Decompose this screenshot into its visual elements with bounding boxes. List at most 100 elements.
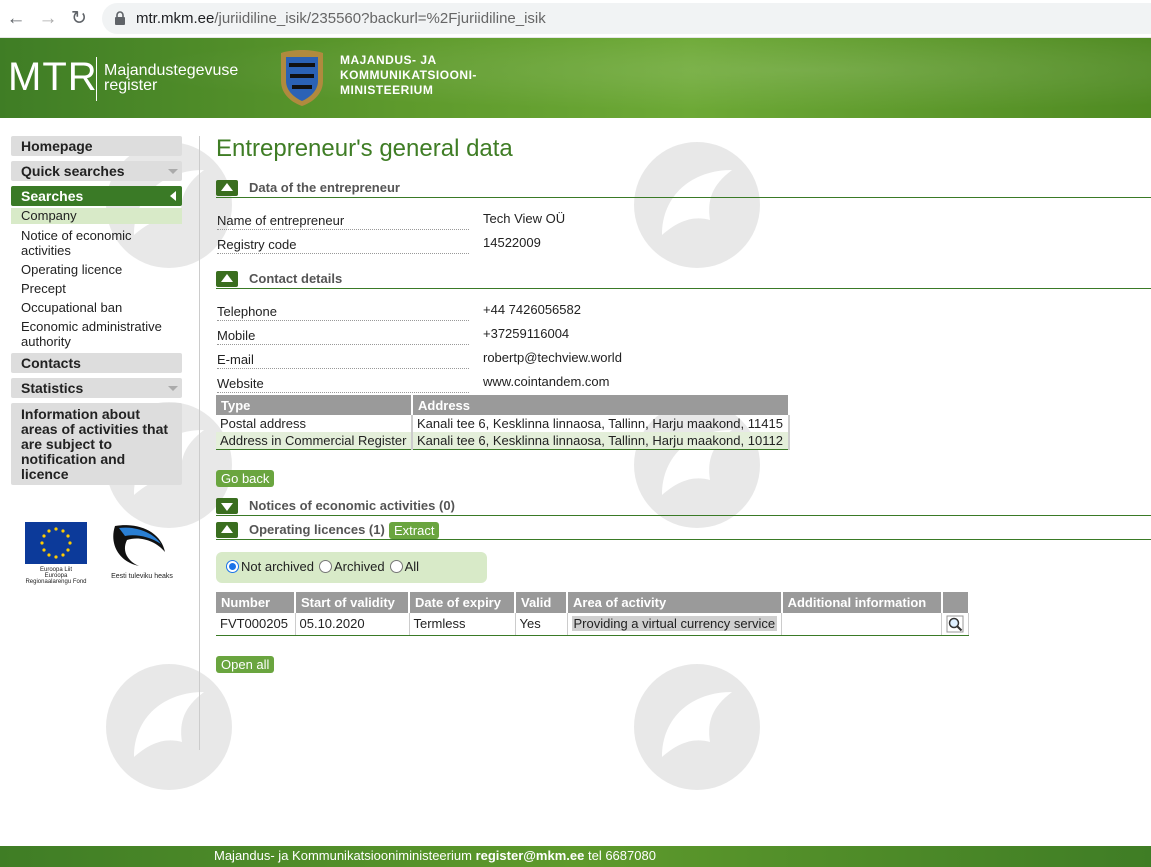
expand-toggle[interactable]	[216, 498, 238, 514]
table-cell: 05.10.2020	[295, 613, 410, 636]
radio-not-archived[interactable]	[226, 560, 239, 573]
radio-label[interactable]: Archived	[334, 559, 385, 574]
column-header: Area of activity	[567, 592, 783, 613]
watermark-icon	[634, 664, 760, 790]
collapse-toggle[interactable]	[216, 522, 238, 538]
eu-flag-icon	[25, 522, 87, 564]
estonia-caption: Eesti tuleviku heaks	[111, 573, 173, 580]
column-header-empty	[941, 592, 970, 613]
registry-code-value: 14522009	[483, 235, 541, 250]
table-cell: Kanali tee 6, Kesklinna linnaosa, Tallin…	[412, 432, 790, 450]
mobile-label: Mobile	[217, 328, 469, 345]
table-header-row: Type Address	[216, 395, 790, 415]
licences-table: Number Start of validity Date of expiry …	[216, 592, 970, 636]
magnifier-icon[interactable]	[946, 615, 964, 633]
table-cell: Postal address	[216, 415, 413, 432]
chevron-left-icon	[170, 191, 176, 201]
table-cell	[781, 613, 943, 636]
area-of-activity: Providing a virtual currency service	[571, 616, 778, 632]
table-row: FVT000205 05.10.2020 Termless Yes Provid…	[216, 613, 970, 636]
table-cell: Address in Commercial Register	[216, 432, 413, 450]
column-header: Additional information	[781, 592, 943, 613]
watermark-icon	[634, 142, 760, 268]
radio-all[interactable]	[389, 560, 403, 573]
go-back-button[interactable]: Go back	[216, 470, 275, 487]
menu-homepage[interactable]: Homepage	[11, 136, 182, 156]
sidebar: Homepage Quick searches Searches Company…	[11, 136, 182, 490]
logo-divider	[96, 57, 97, 101]
triangle-up-icon	[221, 525, 233, 533]
sidebar-item-notice[interactable]: Notice of economic activities	[11, 228, 182, 258]
sidebar-item-economic-authority[interactable]: Economic administrative authority	[11, 319, 182, 349]
column-header: Number	[216, 592, 296, 613]
triangle-up-icon	[221, 274, 233, 282]
table-header-row: Number Start of validity Date of expiry …	[216, 592, 970, 613]
telephone-value: +44 7426056582	[483, 302, 581, 317]
menu-statistics[interactable]: Statistics	[11, 378, 182, 398]
column-header: Address	[412, 395, 790, 415]
section-contact: Contact details	[216, 271, 1151, 289]
back-arrow-icon[interactable]: ←	[5, 8, 27, 30]
collapse-toggle[interactable]	[216, 271, 238, 287]
section-notices: Notices of economic activities (0)	[216, 498, 1151, 516]
browser-toolbar: ← → ↻ mtr.mkm.ee/juriidiline_isik/235560…	[0, 0, 1151, 38]
table-row: Postal address Kanali tee 6, Kesklinna l…	[216, 415, 790, 432]
table-row: Address in Commercial Register Kanali te…	[216, 432, 790, 450]
forward-arrow-icon[interactable]: →	[37, 8, 59, 30]
radio-label[interactable]: Not archived	[241, 559, 314, 574]
chevron-down-icon	[168, 386, 178, 391]
section-licences: Operating licences (1) Extract	[216, 522, 1151, 540]
sidebar-item-operating-licence[interactable]: Operating licence	[11, 262, 182, 277]
mobile-value: +37259116004	[483, 326, 570, 341]
site-header: MTR Majandustegevuse register MAJANDUS- …	[0, 38, 1151, 118]
sidebar-item-company[interactable]: Company	[11, 208, 182, 224]
archive-filter: Not archived Archived All	[216, 552, 487, 583]
chevron-down-icon	[168, 169, 178, 174]
url-text: mtr.mkm.ee/juriidiline_isik/235560?backu…	[136, 10, 546, 27]
address-bar[interactable]: mtr.mkm.ee/juriidiline_isik/235560?backu…	[102, 3, 1151, 34]
mtr-logo[interactable]: MTR	[8, 55, 98, 100]
coat-of-arms-icon	[281, 50, 323, 106]
footer: Majandus- ja Kommunikatsiooniministeeriu…	[0, 846, 1151, 867]
table-cell: Kanali tee 6, Kesklinna linnaosa, Tallin…	[412, 415, 790, 432]
open-all-button[interactable]: Open all	[216, 656, 275, 673]
eu-caption: Euroopa Liit Euroopa Regionaalarengu Fon…	[25, 567, 87, 585]
logo-subtitle: Majandustegevuse register	[104, 62, 239, 94]
extract-button[interactable]: Extract	[389, 522, 440, 539]
radio-archived[interactable]	[318, 560, 332, 573]
sidebar-item-precept[interactable]: Precept	[11, 281, 182, 296]
collapse-toggle[interactable]	[216, 180, 238, 196]
table-cell: Providing a virtual currency service	[567, 613, 783, 636]
sidebar-item-occupational-ban[interactable]: Occupational ban	[11, 300, 182, 315]
ministry-name: MAJANDUS- JA KOMMUNIKATSIOONI- MINISTEER…	[340, 53, 477, 97]
reload-icon[interactable]: ↻	[68, 8, 90, 30]
watermark-icon	[106, 664, 232, 790]
name-value: Tech View OÜ	[483, 211, 566, 226]
column-header: Valid	[515, 592, 568, 613]
archive-radio-group: Not archived Archived All	[226, 559, 424, 574]
website-value[interactable]: www.cointandem.com	[483, 374, 609, 389]
footer-text: Majandus- ja Kommunikatsiooniministeeriu…	[214, 848, 656, 863]
table-cell: Yes	[515, 613, 568, 636]
email-value[interactable]: robertp@techview.world	[483, 350, 622, 365]
sidebar-divider	[199, 136, 200, 750]
page-title: Entrepreneur's general data	[216, 135, 513, 162]
address-table: Type Address Postal address Kanali tee 6…	[216, 395, 790, 450]
email-label: E-mail	[217, 352, 469, 369]
column-header: Type	[216, 395, 413, 415]
menu-quick-searches[interactable]: Quick searches	[11, 161, 182, 181]
radio-label[interactable]: All	[405, 559, 419, 574]
searches-submenu: Company Notice of economic activities Op…	[11, 208, 182, 349]
eu-fund-logo: Euroopa Liit Euroopa Regionaalarengu Fon…	[21, 522, 91, 585]
menu-information[interactable]: Information about areas of activities th…	[11, 403, 182, 485]
column-header: Date of expiry	[409, 592, 516, 613]
menu-contacts[interactable]: Contacts	[11, 353, 182, 373]
website-label: Website	[217, 376, 469, 393]
column-header: Start of validity	[295, 592, 410, 613]
registry-code-label: Registry code	[217, 237, 469, 254]
footer-email[interactable]: register@mkm.ee	[476, 848, 585, 863]
triangle-up-icon	[221, 183, 233, 191]
menu-searches[interactable]: Searches	[11, 186, 182, 206]
name-label: Name of entrepreneur	[217, 213, 469, 230]
table-cell: Termless	[409, 613, 516, 636]
